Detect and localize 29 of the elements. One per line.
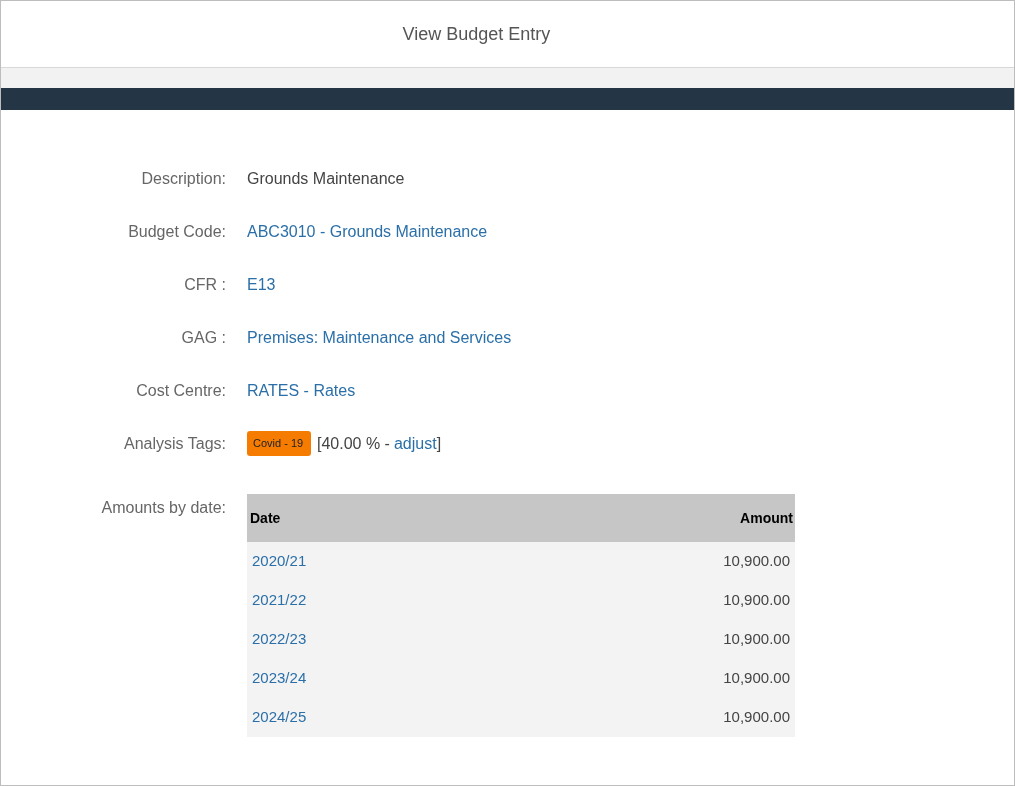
column-header: Amount bbox=[740, 508, 793, 528]
tag: Covid - 19 bbox=[247, 431, 311, 456]
amount-cell-text: 10,900.00 bbox=[723, 551, 790, 572]
field-label: CFR : bbox=[183, 274, 226, 295]
window-title: View Budget Entry bbox=[402, 22, 551, 46]
column-header: Date bbox=[250, 508, 281, 528]
field-link[interactable]: RATES - Rates bbox=[247, 378, 356, 403]
field-value: Grounds Maintenance bbox=[247, 168, 405, 189]
field-link[interactable]: E13 bbox=[247, 272, 276, 297]
field-label: Budget Code: bbox=[127, 221, 226, 242]
field-label: GAG : bbox=[180, 327, 226, 348]
amount-cell-text: 10,900.00 bbox=[723, 590, 790, 611]
adjust-link[interactable]: adjust bbox=[393, 431, 437, 456]
bracket-text: ] bbox=[436, 433, 442, 454]
date-link[interactable]: 2021/22 bbox=[252, 589, 307, 612]
field-label: Description: bbox=[140, 168, 226, 189]
field-link[interactable]: ABC3010 - Grounds Maintenance bbox=[247, 219, 488, 244]
amount-cell-text: 10,900.00 bbox=[723, 668, 790, 689]
date-link[interactable]: 2020/21 bbox=[252, 550, 307, 573]
date-link[interactable]: 2022/23 bbox=[252, 628, 307, 651]
field-label: Amounts by date: bbox=[100, 498, 226, 518]
date-link[interactable]: 2024/25 bbox=[252, 706, 307, 729]
amount-cell-text: 10,900.00 bbox=[723, 629, 790, 650]
field-label: Analysis Tags: bbox=[123, 433, 226, 454]
amount-cell-text: 10,900.00 bbox=[723, 707, 790, 728]
date-link[interactable]: 2023/24 bbox=[252, 667, 307, 690]
percentage-text: [40.00 % - bbox=[317, 433, 390, 454]
field-label: Cost Centre: bbox=[135, 380, 226, 401]
field-link[interactable]: Premises: Maintenance and Services bbox=[247, 325, 512, 350]
